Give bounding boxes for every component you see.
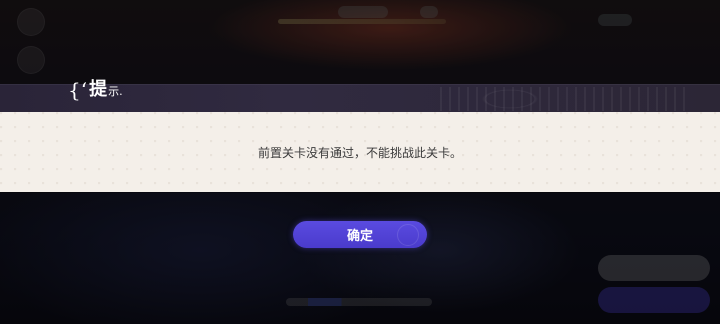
title-brace: {‘ (68, 78, 88, 102)
dialog-message: 前置关卡没有通过，不能挑战此关卡。 (257, 145, 462, 160)
dialog-title: {‘ 提 示. (68, 78, 123, 102)
confirm-button[interactable]: 确定 (293, 221, 427, 248)
title-small: 示. (108, 85, 123, 98)
confirm-button-label: 确定 (346, 229, 373, 244)
dialog-message-panel: 前置关卡没有通过，不能挑战此关卡。 (0, 112, 720, 192)
header-ornament (440, 87, 690, 111)
button-decoration-icon (397, 224, 419, 246)
title-main: 提 (89, 79, 108, 100)
